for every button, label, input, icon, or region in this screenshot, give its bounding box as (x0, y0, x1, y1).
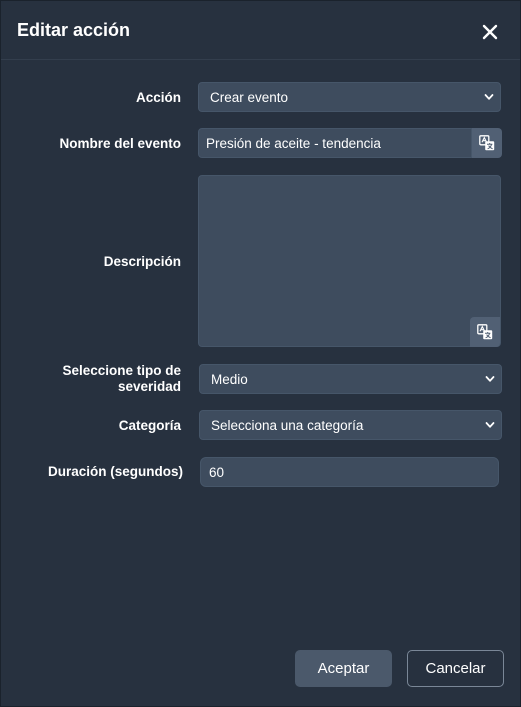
action-label: Acción (135, 90, 181, 105)
translate-icon (477, 324, 493, 340)
category-select[interactable]: Selecciona una categoría (199, 410, 502, 440)
description-label: Descripción (103, 254, 181, 269)
event-name-value: Presión de aceite - tendencia (206, 136, 381, 151)
chevron-down-icon (485, 376, 495, 382)
event-name-translate-button[interactable] (472, 128, 502, 158)
event-name-input[interactable]: Presión de aceite - tendencia (198, 128, 472, 158)
chevron-down-icon (485, 422, 495, 428)
action-select-value: Crear evento (210, 90, 289, 105)
severity-label: Seleccione tipo de severidad (62, 363, 181, 394)
edit-action-dialog: Editar acción Acción Crear evento Nombre… (0, 0, 521, 707)
close-button[interactable] (479, 21, 501, 43)
action-select[interactable]: Crear evento (198, 82, 501, 112)
description-textarea[interactable] (198, 175, 501, 347)
accept-button[interactable]: Aceptar (295, 650, 392, 687)
category-select-value: Selecciona una categoría (211, 418, 364, 433)
close-icon (482, 24, 498, 40)
severity-select[interactable]: Medio (199, 364, 502, 394)
dialog-header: Editar acción (1, 1, 520, 60)
severity-select-value: Medio (211, 372, 248, 387)
chevron-down-icon (484, 94, 494, 100)
category-label: Categoría (118, 418, 181, 433)
cancel-button[interactable]: Cancelar (407, 650, 504, 687)
duration-label: Duración (segundos) (47, 464, 183, 479)
duration-value: 60 (209, 465, 225, 480)
dialog-title: Editar acción (17, 20, 131, 40)
translate-icon (479, 135, 495, 151)
event-name-label: Nombre del evento (59, 136, 181, 151)
description-translate-button[interactable] (470, 317, 500, 347)
duration-input[interactable]: 60 (200, 457, 499, 487)
